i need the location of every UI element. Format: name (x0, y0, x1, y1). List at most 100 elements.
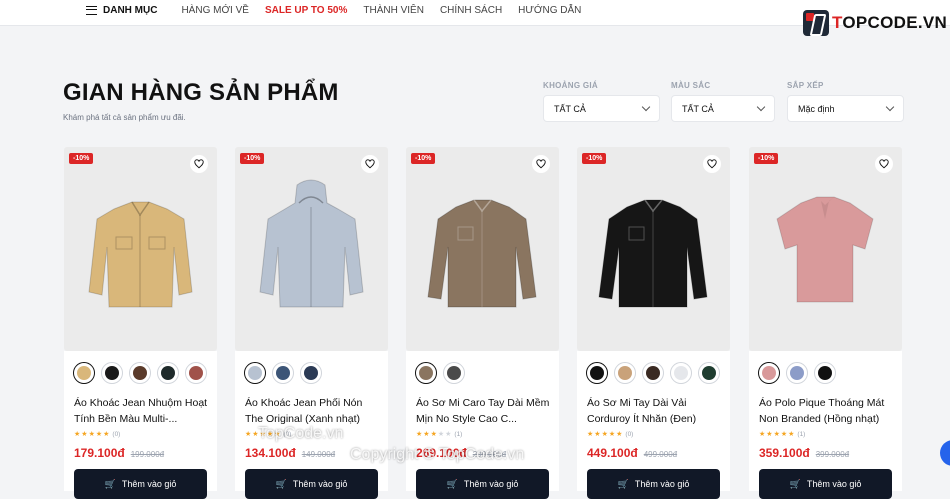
color-swatch[interactable] (758, 362, 780, 384)
price-filter-select[interactable]: TẤT CẢ (543, 95, 660, 122)
add-to-cart-button[interactable]: 🛒 Thêm vào giỏ (759, 469, 892, 499)
add-to-cart-button[interactable]: 🛒 Thêm vào giỏ (416, 469, 549, 499)
heart-icon[interactable] (875, 155, 893, 173)
color-swatch[interactable] (185, 362, 207, 384)
color-swatch[interactable] (101, 362, 123, 384)
color-swatch[interactable] (614, 362, 636, 384)
color-swatch[interactable] (443, 362, 465, 384)
heart-icon[interactable] (532, 155, 550, 173)
star-icon: ★ (587, 431, 594, 438)
heart-icon[interactable] (361, 155, 379, 173)
star-icon: ★ (81, 431, 88, 438)
original-price: 199.000đ (130, 450, 165, 459)
price-filter-label: KHOẢNG GIÁ (543, 81, 598, 90)
nav-item-members[interactable]: THÀNH VIÊN (363, 5, 424, 16)
color-swatches (415, 362, 465, 384)
review-count: (0) (112, 430, 121, 438)
star-icon: ★ (74, 431, 81, 438)
star-icon: ★ (608, 431, 616, 438)
heart-icon[interactable] (703, 155, 721, 173)
watermark-text: TopCode.vn (258, 425, 344, 442)
color-swatch[interactable] (73, 362, 95, 384)
price-row: 179.100đ 199.000đ (74, 446, 164, 460)
chevron-down-icon (756, 102, 766, 112)
color-swatch[interactable] (642, 362, 664, 384)
product-name[interactable]: Áo Khoác Jean Phối Nón The Original (Xan… (245, 395, 381, 427)
product-name[interactable]: Áo Sơ Mi Tay Dài Vải Corduroy Ít Nhăn (Đ… (587, 395, 723, 427)
color-swatch[interactable] (244, 362, 266, 384)
chat-button[interactable] (940, 440, 950, 466)
price-row: 359.100đ 399.000đ (759, 446, 849, 460)
color-swatch[interactable] (129, 362, 151, 384)
add-to-cart-button[interactable]: 🛒 Thêm vào giỏ (74, 469, 207, 499)
star-icon: ★ (416, 431, 423, 438)
color-swatch[interactable] (786, 362, 808, 384)
add-to-cart-button[interactable]: 🛒 Thêm vào giỏ (587, 469, 720, 499)
star-icon: ★ (759, 431, 766, 438)
category-menu-button[interactable]: DANH MỤC (86, 5, 157, 16)
rating-stars: ★ ★ ★ ★ ★ (1) (416, 430, 462, 439)
color-swatch[interactable] (300, 362, 322, 384)
sort-select[interactable]: Mặc định (787, 95, 904, 122)
nav-item-sale[interactable]: SALE UP TO 50% (265, 5, 347, 16)
discount-badge: -10% (582, 153, 607, 164)
color-swatch[interactable] (415, 362, 437, 384)
logo-text: TOPCODE.VN (832, 13, 948, 32)
cart-icon: 🛒 (789, 478, 801, 489)
product-card[interactable]: -10% Áo Sơ Mi Tay Dài Vải Corduroy Ít Nh… (577, 147, 730, 499)
product-image[interactable]: -10% (235, 147, 388, 351)
original-price: 399.000đ (815, 450, 850, 459)
color-filter-select[interactable]: TẤT CẢ (671, 95, 775, 122)
product-garment-image (776, 196, 874, 303)
nav-item-new-arrivals[interactable]: HÀNG MỚI VỀ (181, 5, 248, 16)
color-swatch[interactable] (814, 362, 836, 384)
product-image[interactable]: -10% (64, 147, 217, 351)
price-row: 134.100đ 149.000đ (245, 446, 335, 460)
sale-price: 449.100đ (587, 446, 638, 460)
hamburger-icon (86, 5, 97, 15)
star-icon: ★ (103, 431, 110, 438)
heart-icon[interactable] (190, 155, 208, 173)
product-card[interactable]: -10% Áo Khoác Jean Nhuộm Hoạt Tính Bền M… (64, 147, 217, 499)
price-filter: KHOẢNG GIÁ TẤT CẢ (543, 81, 660, 122)
color-swatch[interactable] (157, 362, 179, 384)
star-icon: ★ (423, 431, 430, 438)
product-name[interactable]: Áo Sơ Mi Caro Tay Dài Mềm Mịn No Style C… (416, 395, 552, 427)
star-icon: ★ (437, 431, 445, 438)
original-price: 149.000đ (301, 450, 336, 459)
product-name[interactable]: Áo Khoác Jean Nhuộm Hoạt Tính Bền Màu Mu… (74, 395, 210, 427)
sort-filter-label: SẮP XẾP (787, 81, 824, 90)
star-icon: ★ (594, 431, 601, 438)
product-info: Áo Khoác Jean Nhuộm Hoạt Tính Bền Màu Mu… (64, 351, 217, 499)
discount-badge: -10% (754, 153, 779, 164)
product-info: Áo Khoác Jean Phối Nón The Original (Xan… (235, 351, 388, 499)
nav-item-guide[interactable]: HƯỚNG DẪN (518, 5, 581, 16)
topcode-logo: TOPCODE.VN (803, 10, 947, 36)
star-icon: ★ (780, 431, 788, 438)
review-count: (1) (797, 430, 806, 438)
watermark-copyright: Copyright © TopCode.vn (350, 446, 525, 463)
product-card[interactable]: -10% Áo Sơ Mi Caro Tay Dài Mềm Mịn No St… (406, 147, 559, 499)
color-swatch[interactable] (670, 362, 692, 384)
product-garment-image (598, 199, 708, 308)
price-row: 449.100đ 499.000đ (587, 446, 677, 460)
category-menu-label: DANH MỤC (103, 4, 158, 16)
product-name[interactable]: Áo Polo Pique Thoáng Mát Non Branded (Hồ… (759, 395, 895, 427)
color-swatches (73, 362, 207, 384)
page-subtitle: Khám phá tất cả sản phẩm ưu đãi. (63, 113, 186, 122)
color-swatch[interactable] (586, 362, 608, 384)
chevron-down-icon (885, 102, 895, 112)
color-swatch[interactable] (272, 362, 294, 384)
rating-stars: ★ ★ ★ ★ ★ (0) (74, 430, 121, 439)
add-to-cart-button[interactable]: 🛒 Thêm vào giỏ (245, 469, 378, 499)
discount-badge: -10% (240, 153, 265, 164)
sale-price: 359.100đ (759, 446, 810, 460)
nav-item-policy[interactable]: CHÍNH SÁCH (440, 5, 502, 16)
product-card[interactable]: -10% Áo Polo Pique Thoáng Mát Non Brande… (749, 147, 902, 499)
discount-badge: -10% (411, 153, 436, 164)
product-image[interactable]: -10% (406, 147, 559, 351)
product-image[interactable]: -10% (577, 147, 730, 351)
color-swatches (758, 362, 836, 384)
color-swatch[interactable] (698, 362, 720, 384)
product-image[interactable]: -10% (749, 147, 902, 351)
